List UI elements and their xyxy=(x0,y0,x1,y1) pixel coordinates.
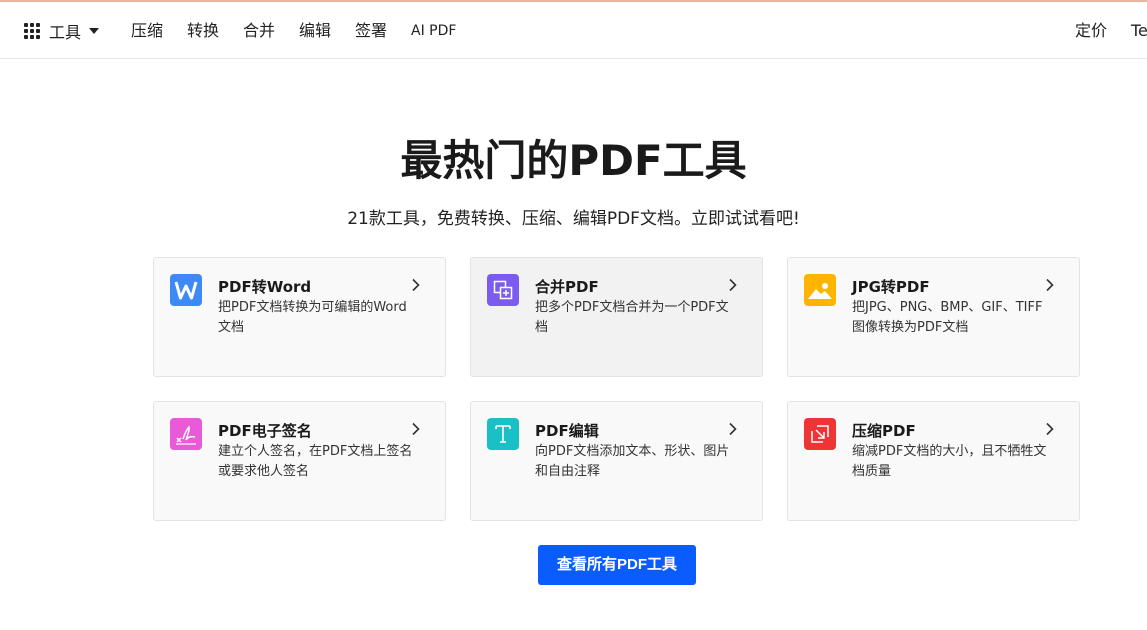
nav-link-compress[interactable]: 压缩 xyxy=(131,19,163,43)
card-title: PDF电子签名 xyxy=(218,422,312,440)
tool-card-pdf-esign[interactable]: PDF电子签名 建立个人签名，在PDF文档上签名或要求他人签名 xyxy=(153,401,446,521)
card-title: JPG转PDF xyxy=(852,278,930,296)
word-icon xyxy=(170,274,202,306)
tools-menu-button[interactable]: 工具 xyxy=(24,19,100,43)
caret-down-icon xyxy=(89,28,100,34)
nav-link-convert[interactable]: 转换 xyxy=(187,19,219,43)
card-title: 合并PDF xyxy=(535,278,599,296)
tools-menu-label: 工具 xyxy=(49,23,82,42)
merge-icon xyxy=(487,274,519,306)
text-edit-icon xyxy=(487,418,519,450)
card-title: PDF编辑 xyxy=(535,422,599,440)
top-navbar: 工具 压缩 转换 合并 编辑 签署 AI PDF 定价 Te xyxy=(0,2,1147,59)
card-description: 建立个人签名，在PDF文档上签名或要求他人签名 xyxy=(218,444,413,479)
grid-icon xyxy=(24,23,40,39)
card-title: PDF转Word xyxy=(218,278,312,296)
tool-card-pdf-edit[interactable]: PDF编辑 向PDF文档添加文本、形状、图片和自由注释 xyxy=(470,401,763,521)
nav-link-ai-pdf[interactable]: AI PDF xyxy=(411,19,456,43)
nav-link-edit[interactable]: 编辑 xyxy=(299,19,331,43)
image-icon xyxy=(804,274,836,306)
tool-card-compress-pdf[interactable]: 压缩PDF 缩减PDF文档的大小，且不牺牲文档质量 xyxy=(787,401,1080,521)
nav-link-pricing[interactable]: 定价 xyxy=(1075,19,1107,43)
card-description: 把PDF文档转换为可编辑的Word文档 xyxy=(218,300,407,335)
chevron-right-icon xyxy=(729,278,737,292)
card-description: 把多个PDF文档合并为一个PDF文档 xyxy=(535,300,729,335)
tool-card-jpg-to-pdf[interactable]: JPG转PDF 把JPG、PNG、BMP、GIF、TIFF图像转换为PDF文档 xyxy=(787,257,1080,377)
page-title: 最热门的PDF工具 xyxy=(400,136,747,185)
card-description: 缩减PDF文档的大小，且不牺牲文档质量 xyxy=(852,444,1047,479)
nav-link-teams[interactable]: Te xyxy=(1131,19,1147,43)
chevron-right-icon xyxy=(729,422,737,436)
nav-link-merge[interactable]: 合并 xyxy=(243,19,275,43)
tool-card-pdf-to-word[interactable]: PDF转Word 把PDF文档转换为可编辑的Word文档 xyxy=(153,257,446,377)
compress-icon xyxy=(804,418,836,450)
card-description: 把JPG、PNG、BMP、GIF、TIFF图像转换为PDF文档 xyxy=(852,300,1043,335)
chevron-right-icon xyxy=(412,278,420,292)
signature-icon xyxy=(170,418,202,450)
chevron-right-icon xyxy=(1046,278,1054,292)
card-title: 压缩PDF xyxy=(852,422,916,440)
chevron-right-icon xyxy=(412,422,420,436)
page-subtitle: 21款工具，免费转换、压缩、编辑PDF文档。立即试试看吧! xyxy=(347,209,800,229)
nav-link-sign[interactable]: 签署 xyxy=(355,19,387,43)
card-description: 向PDF文档添加文本、形状、图片和自由注释 xyxy=(535,444,730,479)
tool-card-merge-pdf[interactable]: 合并PDF 把多个PDF文档合并为一个PDF文档 xyxy=(470,257,763,377)
chevron-right-icon xyxy=(1046,422,1054,436)
view-all-tools-button[interactable]: 查看所有PDF工具 xyxy=(538,545,696,585)
